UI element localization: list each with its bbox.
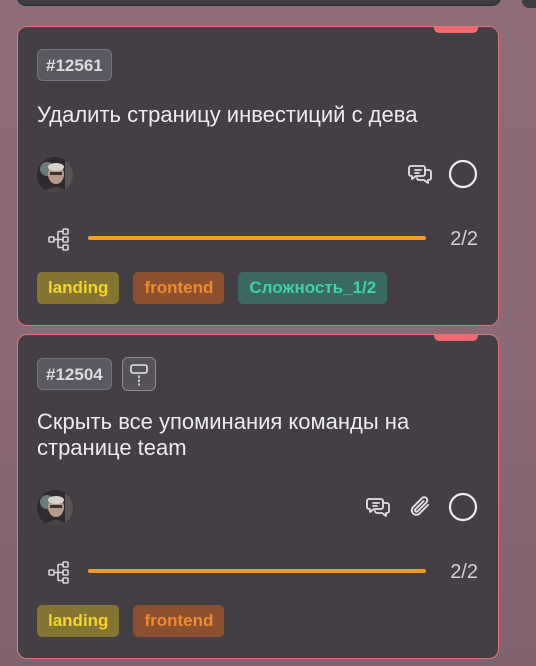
progress-count: 2/2: [450, 561, 478, 583]
task-card[interactable]: #12504 Скрыть все упоминания команды на …: [17, 334, 499, 659]
status-circle-icon[interactable]: [448, 492, 478, 522]
tag-frontend[interactable]: frontend: [133, 605, 225, 637]
subtasks-progress: 2/2: [46, 559, 478, 585]
subtasks-icon[interactable]: [46, 226, 72, 252]
task-title[interactable]: Скрыть все упоминания команды на страниц…: [37, 409, 478, 461]
tag-landing[interactable]: landing: [37, 605, 120, 637]
tag-complexity[interactable]: Сложность_1/2: [238, 272, 388, 304]
priority-flag: [434, 334, 478, 341]
assignee-avatar[interactable]: [37, 157, 73, 193]
progress-bar: [88, 569, 426, 573]
progress-bar-fill: [88, 569, 426, 573]
subtasks-progress: 2/2: [46, 226, 478, 252]
progress-count: 2/2: [450, 228, 478, 250]
comments-icon[interactable]: [406, 159, 436, 189]
tag-list: landing frontend: [37, 605, 225, 637]
task-type-icon[interactable]: [121, 357, 156, 391]
adjacent-column-edge: [522, 0, 536, 8]
task-card[interactable]: #12561 Удалить страницу инвестиций с дев…: [17, 26, 499, 326]
subtasks-icon[interactable]: [46, 559, 72, 585]
assignee-avatar[interactable]: [37, 490, 73, 526]
previous-card-edge: [17, 0, 501, 6]
progress-bar-fill: [88, 236, 426, 240]
tag-frontend[interactable]: frontend: [133, 272, 225, 304]
status-circle-icon[interactable]: [448, 159, 478, 189]
tag-list: landing frontend Сложность_1/2: [37, 272, 388, 304]
progress-bar: [88, 236, 426, 240]
comments-icon[interactable]: [364, 492, 394, 522]
task-id-badge[interactable]: #12561: [37, 49, 112, 81]
tag-landing[interactable]: landing: [37, 272, 120, 304]
task-id-badge[interactable]: #12504: [37, 358, 112, 390]
paperclip-icon[interactable]: [406, 492, 436, 522]
task-title[interactable]: Удалить страницу инвестиций с дева: [37, 102, 478, 128]
priority-flag: [434, 26, 478, 33]
